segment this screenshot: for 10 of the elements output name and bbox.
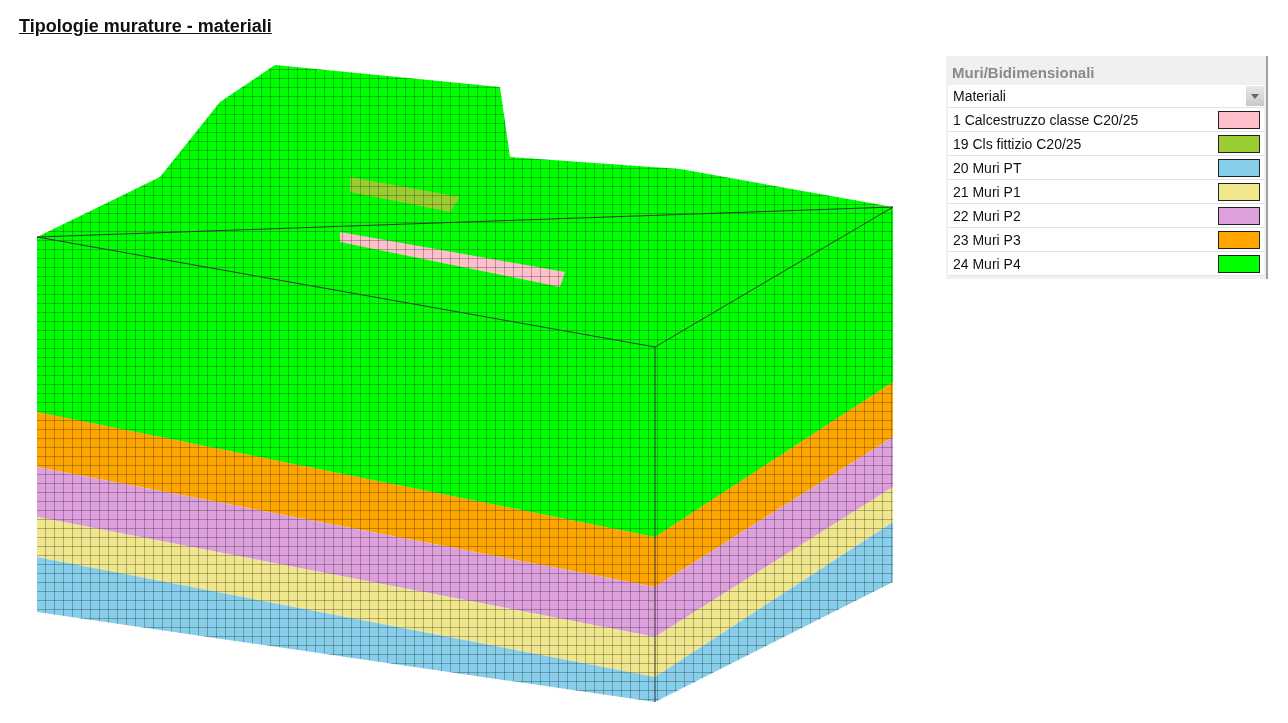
slide-title: Tipologie murature - materiali [19,16,272,37]
material-label: 24 Muri P4 [953,255,1021,272]
material-label: 1 Calcestruzzo classe C20/25 [953,111,1139,128]
materials-dropdown[interactable]: Materiali [948,85,1264,108]
material-label: 22 Muri P2 [953,207,1021,224]
material-label: 21 Muri P1 [953,183,1021,200]
material-label: 20 Muri PT [953,159,1022,176]
material-label: 23 Muri P3 [953,231,1021,248]
material-label: 19 Cls fittizio C20/25 [953,135,1082,152]
legend-title: Muri/Bidimensionali [951,63,1096,83]
